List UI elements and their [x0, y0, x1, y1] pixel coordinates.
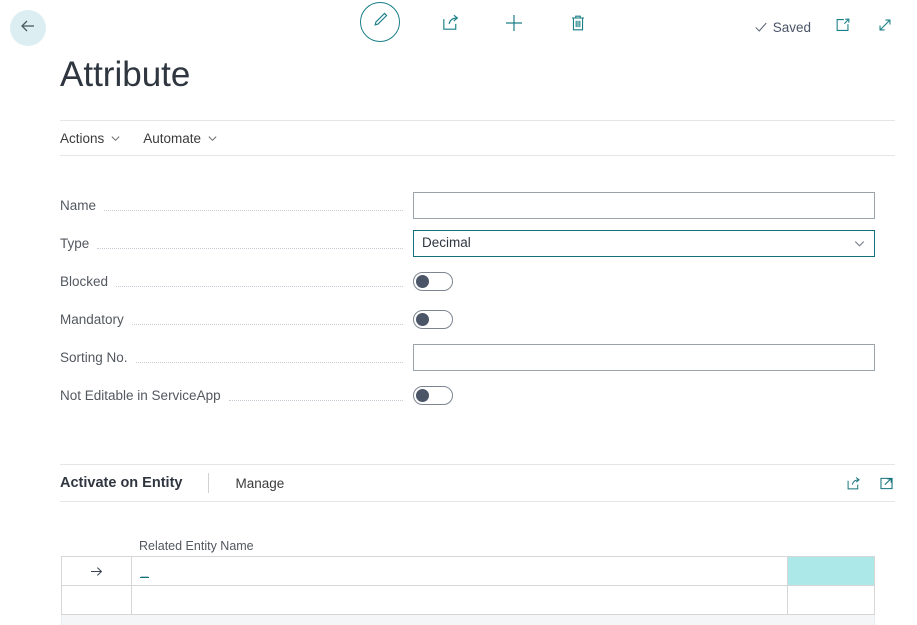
type-select-value: Decimal [422, 231, 471, 255]
field-label-type: Type [60, 236, 95, 251]
leader-dots [136, 362, 403, 363]
actions-bar: Actions Automate [60, 120, 895, 156]
grid-body: _ [61, 556, 875, 615]
leader-dots [104, 210, 403, 211]
related-entity-grid: Related Entity Name _ [61, 532, 875, 625]
check-icon [754, 20, 768, 34]
cell-related-entity-name[interactable]: _ [132, 557, 787, 585]
field-row-blocked: Blocked [60, 262, 875, 300]
trash-icon [568, 13, 588, 38]
field-control-mandatory [405, 310, 875, 329]
field-control-name [405, 192, 875, 219]
field-label-blocked: Blocked [60, 274, 114, 289]
share-button[interactable] [436, 11, 464, 39]
activate-on-entity-header: Activate on Entity Manage [60, 464, 895, 502]
grid-footer [61, 615, 875, 625]
chevron-down-icon [207, 133, 218, 144]
cell-value: _ [140, 564, 149, 578]
top-command-bar: Saved [0, 0, 917, 58]
field-label-name: Name [60, 198, 102, 213]
divider [208, 473, 209, 493]
expand-diagonal-icon [876, 16, 894, 39]
menu-item-actions[interactable]: Actions [60, 131, 121, 146]
fullscreen-button[interactable] [875, 17, 895, 37]
mandatory-toggle[interactable] [413, 310, 453, 329]
toggle-knob [416, 389, 429, 402]
manage-menu-item[interactable]: Manage [235, 476, 284, 491]
subsection-icon-group [845, 475, 895, 492]
row-indicator-arrow-right-icon[interactable] [62, 557, 132, 585]
pencil-icon [371, 10, 390, 34]
field-row-name: Name [60, 186, 875, 224]
arrow-left-icon [18, 16, 38, 41]
cell-trailing[interactable] [787, 586, 874, 614]
row-indicator[interactable] [62, 586, 132, 614]
back-button[interactable] [10, 10, 46, 46]
field-label-mandatory: Mandatory [60, 312, 130, 327]
table-row[interactable]: _ [62, 557, 874, 586]
menu-item-automate-label: Automate [143, 131, 201, 146]
field-control-blocked [405, 272, 875, 291]
open-in-new-window-icon [834, 16, 852, 39]
leader-dots [229, 400, 403, 401]
field-label-sorting-no: Sorting No. [60, 350, 134, 365]
cell-trailing-highlighted[interactable] [787, 557, 874, 585]
field-row-sorting-no: Sorting No. [60, 338, 875, 376]
field-control-type: Decimal [405, 230, 875, 257]
open-in-new-window-icon[interactable] [878, 475, 895, 492]
name-input[interactable] [413, 192, 875, 219]
field-control-sorting-no [405, 344, 875, 371]
leader-dots [132, 324, 403, 325]
field-row-not-editable-in-serviceapp: Not Editable in ServiceApp [60, 376, 875, 414]
open-in-new-window-button[interactable] [833, 17, 853, 37]
page-title: Attribute [60, 52, 190, 98]
share-icon[interactable] [845, 475, 862, 492]
grid-header-row: Related Entity Name [61, 532, 875, 556]
field-row-type: Type Decimal [60, 224, 875, 262]
leader-dots [97, 248, 403, 249]
menu-item-actions-label: Actions [60, 131, 104, 146]
table-row[interactable] [62, 586, 874, 615]
sorting-no-input[interactable] [413, 344, 875, 371]
right-command-group: Saved [754, 17, 895, 37]
column-header-related-entity-name[interactable]: Related Entity Name [132, 539, 254, 553]
chevron-down-icon [110, 133, 121, 144]
attribute-form: Name Type Decimal [60, 186, 875, 414]
center-command-group [360, 8, 592, 42]
save-status-label: Saved [773, 20, 811, 35]
delete-button[interactable] [564, 11, 592, 39]
toggle-knob [416, 275, 429, 288]
new-button[interactable] [500, 11, 528, 39]
type-select[interactable]: Decimal [413, 230, 875, 257]
field-row-mandatory: Mandatory [60, 300, 875, 338]
toggle-knob [416, 313, 429, 326]
attribute-card-page: Saved [0, 0, 917, 625]
field-label-not-editable-in-serviceapp: Not Editable in ServiceApp [60, 388, 227, 403]
plus-icon [503, 12, 525, 39]
blocked-toggle[interactable] [413, 272, 453, 291]
share-icon [440, 12, 461, 38]
edit-button[interactable] [360, 2, 400, 42]
field-control-not-editable-in-serviceapp [405, 386, 875, 405]
subsection-title[interactable]: Activate on Entity [60, 475, 182, 491]
not-editable-in-serviceapp-toggle[interactable] [413, 386, 453, 405]
save-status: Saved [754, 20, 811, 35]
menu-item-automate[interactable]: Automate [143, 131, 218, 146]
chevron-down-icon [853, 237, 866, 250]
cell-related-entity-name[interactable] [132, 586, 787, 614]
leader-dots [116, 286, 403, 287]
